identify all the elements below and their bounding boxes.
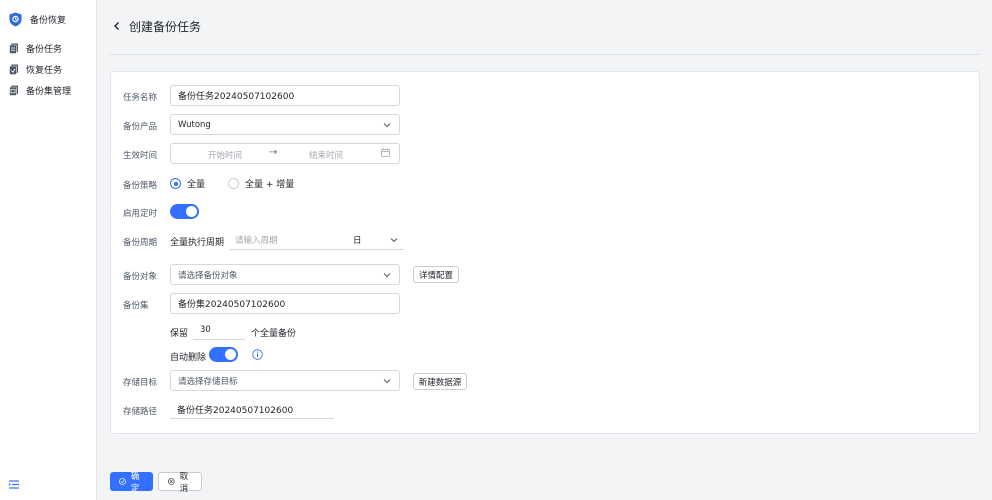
chevron-down-icon xyxy=(383,379,391,384)
backup-set-input[interactable]: 备份集20240507102600 xyxy=(170,293,400,314)
timer-toggle[interactable] xyxy=(170,204,199,219)
retention-value: 30 xyxy=(200,325,211,335)
sidebar-item-backup-tasks[interactable]: 备份任务 xyxy=(9,42,62,55)
effective-time-label: 生效时间 xyxy=(123,151,158,161)
divider xyxy=(110,54,980,55)
storage-label: 存储目标 xyxy=(123,378,158,388)
restore-icon xyxy=(9,64,18,75)
storage-select[interactable]: 请选择存储目标 xyxy=(170,370,400,391)
period-input[interactable]: 请输入周期 日 xyxy=(229,231,404,250)
period-unit: 日 xyxy=(353,236,362,246)
cancel-label: 取消 xyxy=(179,471,189,494)
new-datasource-button[interactable]: 新建数据源 xyxy=(413,373,467,390)
retention-suffix: 个全量备份 xyxy=(251,329,297,339)
brand: 备份恢复 xyxy=(9,12,66,27)
chevron-down-icon xyxy=(383,123,391,128)
product-value: Wutong xyxy=(178,119,211,130)
sidebar-item-label: 恢复任务 xyxy=(26,66,63,76)
sidebar-item-backup-sets[interactable]: 备份集管理 xyxy=(9,84,71,97)
stack-icon xyxy=(9,85,18,96)
target-label: 备份对象 xyxy=(123,272,158,282)
backup-set-value: 备份集20240507102600 xyxy=(178,300,286,310)
retention-input[interactable]: 30 xyxy=(193,321,245,340)
auto-delete-label: 自动删除 xyxy=(170,353,207,363)
check-circle-icon xyxy=(119,478,126,485)
product-select[interactable]: Wutong xyxy=(170,114,400,135)
back-arrow-icon[interactable] xyxy=(112,20,122,32)
toggle-knob xyxy=(186,206,197,217)
timer-label: 启用定时 xyxy=(123,209,158,219)
cancel-button[interactable]: 取消 xyxy=(158,471,202,494)
end-time-placeholder: 结束时间 xyxy=(309,151,344,161)
backup-set-label: 备份集 xyxy=(123,301,149,311)
sidebar-item-label: 备份任务 xyxy=(26,45,63,55)
sidebar-item-restore-tasks[interactable]: 恢复任务 xyxy=(9,63,62,76)
storage-placeholder: 请选择存储目标 xyxy=(178,376,238,387)
calendar-icon xyxy=(381,148,390,157)
target-placeholder: 请选择备份对象 xyxy=(178,270,238,281)
sidebar: 备份恢复 备份任务 恢复任务 备份集管理 xyxy=(0,0,97,500)
info-icon[interactable] xyxy=(252,349,263,360)
shield-logo-icon xyxy=(9,12,22,27)
task-name-label: 任务名称 xyxy=(123,93,158,103)
radio-label: 全量 + 增量 xyxy=(245,180,295,190)
detail-config-button[interactable]: 详情配置 xyxy=(413,266,459,283)
period-prefix: 全量执行周期 xyxy=(170,238,225,248)
radio-checked xyxy=(170,178,181,189)
period-placeholder: 请输入周期 xyxy=(235,236,278,246)
page-title: 创建备份任务 xyxy=(129,20,202,34)
radio-label: 全量 xyxy=(187,180,206,190)
radio-full[interactable]: 全量 xyxy=(170,177,205,190)
chevron-down-icon xyxy=(390,238,398,243)
confirm-button[interactable]: 确定 xyxy=(110,471,153,494)
confirm-label: 确定 xyxy=(130,471,140,494)
path-input[interactable]: 备份任务20240507102600 xyxy=(170,400,334,419)
start-time-placeholder: 开始时间 xyxy=(208,151,243,161)
range-separator: → xyxy=(269,147,278,158)
toggle-knob xyxy=(225,349,236,360)
task-name-input[interactable]: 备份任务20240507102600 xyxy=(170,85,400,106)
app-title: 备份恢复 xyxy=(30,16,67,26)
strategy-label: 备份策略 xyxy=(123,181,158,191)
sidebar-item-label: 备份集管理 xyxy=(26,87,72,97)
path-value: 备份任务20240507102600 xyxy=(177,405,294,416)
path-label: 存储路径 xyxy=(123,407,158,417)
radio-unchecked xyxy=(228,178,239,189)
retention-prefix: 保留 xyxy=(170,329,189,339)
chevron-down-icon xyxy=(383,273,391,278)
period-label: 备份周期 xyxy=(123,238,158,248)
collapse-menu-icon[interactable] xyxy=(9,480,19,489)
document-icon xyxy=(9,43,18,54)
effective-time-range[interactable]: 开始时间 → 结束时间 xyxy=(170,143,400,164)
task-name-value: 备份任务20240507102600 xyxy=(178,92,295,102)
auto-delete-toggle[interactable] xyxy=(209,347,238,362)
product-label: 备份产品 xyxy=(123,122,158,132)
target-select[interactable]: 请选择备份对象 xyxy=(170,264,400,285)
close-circle-icon xyxy=(168,478,175,485)
radio-full-incremental[interactable]: 全量 + 增量 xyxy=(228,177,294,190)
